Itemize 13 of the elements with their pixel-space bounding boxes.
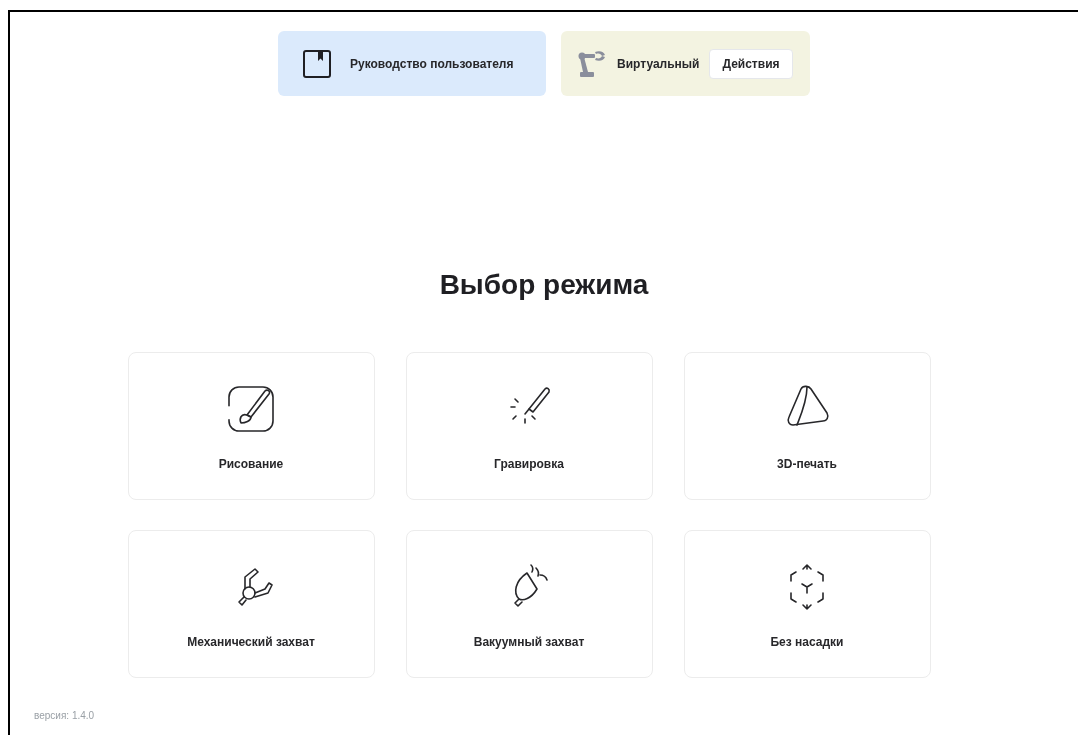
book-icon (302, 48, 332, 79)
mode-card[interactable]: Без насадки (683, 530, 931, 678)
actions-button[interactable]: Действия (709, 48, 793, 79)
mode-card[interactable]: 3D-печать (683, 352, 931, 500)
mode-card[interactable]: Механический захват (127, 530, 375, 678)
page-title: Выбор режима (439, 268, 649, 302)
robot-mode-label: Виртуальный (617, 55, 700, 73)
mode-card[interactable]: Рисование (127, 352, 375, 500)
version-label: версия: 1.4.0 (34, 709, 95, 723)
mode-card[interactable]: Гравировка (405, 352, 653, 500)
mode-card[interactable]: Вакуумный захват (405, 530, 653, 678)
user-manual-button[interactable]: Руководство пользователя (278, 31, 546, 96)
robot-arm-icon (577, 49, 607, 78)
